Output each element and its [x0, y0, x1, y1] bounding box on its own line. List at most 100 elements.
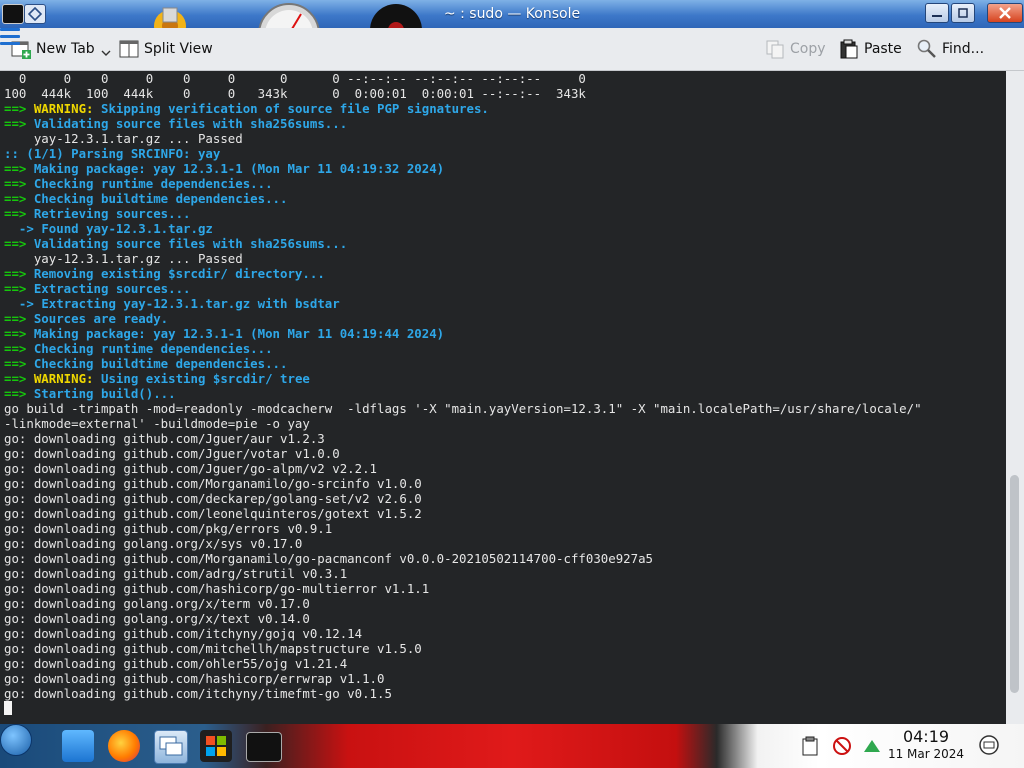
terminal-text-segment: Validating source files with sha256sums.… — [33, 116, 348, 131]
scrollbar-thumb[interactable] — [1010, 475, 1019, 693]
terminal-text-segment: ==> — [4, 266, 34, 281]
konsole-icon[interactable] — [246, 732, 282, 762]
terminal-line: ==> Extracting sources... — [4, 281, 922, 296]
start-icon[interactable] — [0, 724, 32, 756]
close-button[interactable] — [987, 3, 1023, 23]
terminal-line: ==> Checking runtime dependencies... — [4, 176, 922, 191]
terminal-lines: 0 0 0 0 0 0 0 0 --:--:-- --:--:-- --:--:… — [4, 71, 922, 701]
terminal-line: 0 0 0 0 0 0 0 0 --:--:-- --:--:-- --:--:… — [4, 71, 922, 86]
terminal-text-segment: Validating source files with sha256sums.… — [33, 236, 348, 251]
terminal-text-segment: Making package: yay 12.3.1-1 (Mon Mar 11… — [33, 326, 445, 341]
terminal-text-segment: -> — [4, 296, 42, 311]
paste-button[interactable]: Paste — [838, 37, 902, 61]
terminal-line: ==> Checking buildtime dependencies... — [4, 356, 922, 371]
terminal-line: ==> Validating source files with sha256s… — [4, 116, 922, 131]
terminal-text-segment: ==> — [4, 161, 34, 176]
search-icon — [916, 38, 938, 60]
terminal-text-segment: Extracting yay-12.3.1.tar.gz with bsdtar — [41, 296, 340, 311]
terminal-text-segment: go: downloading github.com/itchyny/gojq … — [4, 626, 363, 641]
hamburger-icon — [0, 28, 20, 31]
taskbar: 04:19 11 Mar 2024 — [0, 724, 1024, 768]
firefox-icon[interactable] — [108, 730, 140, 762]
terminal-text-segment: Extracting sources... — [33, 281, 191, 296]
new-tab-button[interactable]: New Tab — [10, 37, 111, 61]
terminal-text-segment: Skipping verification of source file PGP… — [100, 101, 489, 116]
windows-logo-icon[interactable] — [200, 730, 232, 762]
chevron-down-icon[interactable] — [101, 48, 111, 58]
terminal-text-segment: go: downloading github.com/Morganamilo/g… — [4, 476, 422, 491]
terminal-line: go: downloading golang.org/x/text v0.14.… — [4, 611, 922, 626]
terminal-text-segment: ==> — [4, 116, 34, 131]
copy-button[interactable]: Copy — [764, 37, 826, 61]
split-view-button[interactable]: Split View — [118, 37, 213, 61]
clipboard-icon[interactable] — [800, 736, 820, 756]
terminal-text-segment: -linkmode=external' -buildmode=pie -o ya… — [4, 416, 310, 431]
file-manager-icon[interactable] — [62, 730, 94, 762]
terminal-text-segment: yay-12.3.1.tar.gz ... Passed — [4, 251, 243, 266]
terminal-text-segment: go: downloading github.com/leonelquinter… — [4, 506, 422, 521]
hamburger-icon-bar — [0, 35, 20, 38]
terminal-line: ==> Validating source files with sha256s… — [4, 236, 922, 251]
find-label: Find... — [942, 41, 985, 57]
terminal-line: go: downloading github.com/leonelquinter… — [4, 506, 922, 521]
terminal-line: go: downloading github.com/adrg/strutil … — [4, 566, 922, 581]
terminal-line: ==> Making package: yay 12.3.1-1 (Mon Ma… — [4, 326, 922, 341]
terminal-text-segment: WARNING: — [33, 101, 101, 116]
terminal-text-segment: Using existing $srcdir/ tree — [100, 371, 310, 386]
paste-label: Paste — [864, 41, 902, 57]
terminal-line: go: downloading golang.org/x/sys v0.17.0 — [4, 536, 922, 551]
notifications-icon[interactable] — [978, 734, 1000, 756]
terminal-line: go: downloading github.com/itchyny/timef… — [4, 686, 922, 701]
terminal-line: ==> Checking buildtime dependencies... — [4, 191, 922, 206]
terminal-text-segment: go: downloading github.com/adrg/strutil … — [4, 566, 348, 581]
terminal-line: ==> Retrieving sources... — [4, 206, 922, 221]
find-button[interactable]: Find... — [916, 37, 984, 61]
terminal-line: go build -trimpath -mod=readonly -modcac… — [4, 401, 922, 416]
system-clock[interactable]: 04:19 11 Mar 2024 — [880, 728, 972, 762]
terminal-text-segment: Checking runtime dependencies... — [33, 341, 273, 356]
paste-icon — [838, 38, 860, 60]
network-status-icon[interactable] — [862, 736, 882, 756]
terminal-text-segment: ==> — [4, 236, 34, 251]
network-manager-icon[interactable] — [154, 730, 188, 764]
terminal-text-segment: go: downloading github.com/itchyny/timef… — [4, 686, 392, 701]
terminal-line: ==> WARNING: Skipping verification of so… — [4, 101, 922, 116]
terminal-line: ==> Making package: yay 12.3.1-1 (Mon Ma… — [4, 161, 922, 176]
terminal-text-segment: (1/1) Parsing SRCINFO: yay — [26, 146, 221, 161]
terminal-text-segment: ==> — [4, 326, 34, 341]
terminal-line: go: downloading github.com/Jguer/go-alpm… — [4, 461, 922, 476]
terminal-scrollbar[interactable] — [1006, 71, 1024, 724]
terminal-text-segment: go: downloading github.com/Morganamilo/g… — [4, 551, 654, 566]
title-bar[interactable]: ~ : sudo — Konsole — [0, 0, 1024, 28]
terminal-line: 100 444k 100 444k 0 0 343k 0 0:00:01 0:0… — [4, 86, 922, 101]
terminal-text-segment: ==> — [4, 341, 34, 356]
terminal-text-segment: ==> — [4, 371, 34, 386]
minimize-button[interactable] — [925, 3, 949, 23]
terminal-text-segment: go: downloading github.com/Jguer/votar v… — [4, 446, 340, 461]
terminal-line: go: downloading github.com/hashicorp/err… — [4, 671, 922, 686]
terminal-text-segment: ==> — [4, 206, 34, 221]
terminal-output[interactable]: 0 0 0 0 0 0 0 0 --:--:-- --:--:-- --:--:… — [0, 71, 1006, 724]
terminal-line: ==> Starting build()... — [4, 386, 922, 401]
terminal-text-segment: Checking buildtime dependencies... — [33, 356, 288, 371]
terminal-text-segment: go build -trimpath -mod=readonly -modcac… — [4, 401, 922, 416]
terminal-text-segment: :: — [4, 146, 27, 161]
window-title: ~ : sudo — Konsole — [443, 6, 581, 22]
terminal-line: go: downloading github.com/ohler55/ojg v… — [4, 656, 922, 671]
terminal-line: ==> WARNING: Using existing $srcdir/ tre… — [4, 371, 922, 386]
terminal-text-segment: Starting build()... — [33, 386, 176, 401]
terminal-text-segment: 0 0 0 0 0 0 0 0 --:--:-- --:--:-- --:--:… — [4, 71, 586, 86]
terminal-text-segment: go: downloading golang.org/x/sys v0.17.0 — [4, 536, 303, 551]
maximize-button[interactable] — [951, 3, 975, 23]
antivirus-icon[interactable] — [832, 736, 852, 756]
terminal-text-segment: go: downloading github.com/ohler55/ojg v… — [4, 656, 348, 671]
terminal-line: -> Found yay-12.3.1.tar.gz — [4, 221, 922, 236]
terminal-text-segment: go: downloading github.com/hashicorp/go-… — [4, 581, 430, 596]
new-tab-label: New Tab — [36, 41, 95, 57]
hamburger-menu-button[interactable] — [0, 28, 20, 46]
text-cursor — [4, 701, 12, 715]
clock-date: 11 Mar 2024 — [887, 747, 965, 761]
terminal-line: go: downloading github.com/pkg/errors v0… — [4, 521, 922, 536]
terminal-text-segment: go: downloading golang.org/x/text v0.14.… — [4, 611, 310, 626]
terminal-line: ==> Removing existing $srcdir/ directory… — [4, 266, 922, 281]
